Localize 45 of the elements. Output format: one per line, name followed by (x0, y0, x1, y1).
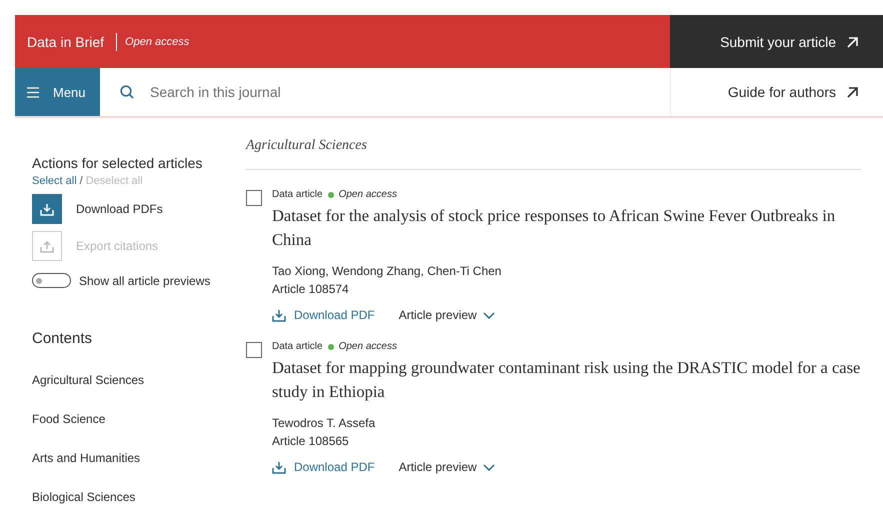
access-label: Open access (116, 32, 190, 50)
download-pdf-link[interactable]: Download PDF (272, 308, 375, 322)
submit-article-link[interactable]: Submit your article (670, 15, 883, 68)
external-link-icon (846, 86, 858, 98)
article-authors: Tao Xiong, Wendong Zhang, Chen-Ti Chen (272, 264, 502, 278)
status-dot (328, 344, 334, 350)
article-title[interactable]: Dataset for the analysis of stock price responses to African Swine Fever Outbreaks in China (272, 204, 861, 252)
contents-item[interactable]: Biological Sciences (32, 490, 246, 504)
select-all-link[interactable]: Select all (32, 175, 77, 187)
article-preview-button[interactable]: Article preview (398, 460, 495, 474)
contents-item[interactable]: Agricultural Sciences (32, 373, 246, 387)
access-label: Open access (338, 341, 397, 352)
preview-toggle[interactable] (32, 273, 71, 288)
article-type: Data article (272, 189, 323, 200)
article-preview-button[interactable]: Article preview (398, 308, 495, 322)
guide-for-authors-link[interactable]: Guide for authors (670, 68, 883, 116)
chevron-down-icon (482, 312, 495, 318)
article-checkbox[interactable] (246, 190, 262, 206)
access-label: Open access (338, 189, 397, 200)
article-type: Data article (272, 341, 323, 352)
upload-icon (40, 240, 54, 252)
actions-heading: Actions for selected articles (32, 155, 204, 171)
article-authors: Tewodros T. Assefa (272, 416, 376, 430)
menu-icon (27, 86, 39, 98)
section-heading: Agricultural Sciences (246, 138, 861, 170)
article-checkbox[interactable] (246, 342, 262, 358)
search-icon (120, 85, 134, 99)
download-pdf-link[interactable]: Download PDF (272, 460, 375, 474)
contents-item[interactable]: Arts and Humanities (32, 451, 246, 465)
toggle-label: Show all article previews (79, 274, 210, 288)
contents-heading: Contents (32, 330, 94, 347)
external-link-icon (846, 36, 858, 48)
chevron-down-icon (482, 464, 495, 470)
journal-name: Data in Brief (27, 34, 104, 50)
article-title[interactable]: Dataset for mapping groundwater contaminant risk using the DRASTIC model for a case study in Ethiopia (272, 356, 861, 404)
article-number: Article 108574 (272, 282, 350, 296)
separator: / (80, 175, 83, 187)
article-number: Article 108565 (272, 434, 350, 448)
contents-item[interactable]: Food Science (32, 412, 246, 426)
download-pdfs-button[interactable]: Download PDFs (32, 194, 246, 224)
download-icon (272, 308, 286, 322)
download-icon (40, 202, 54, 216)
download-icon (272, 460, 286, 474)
status-dot (328, 192, 334, 198)
menu-button[interactable]: Menu (15, 68, 100, 116)
